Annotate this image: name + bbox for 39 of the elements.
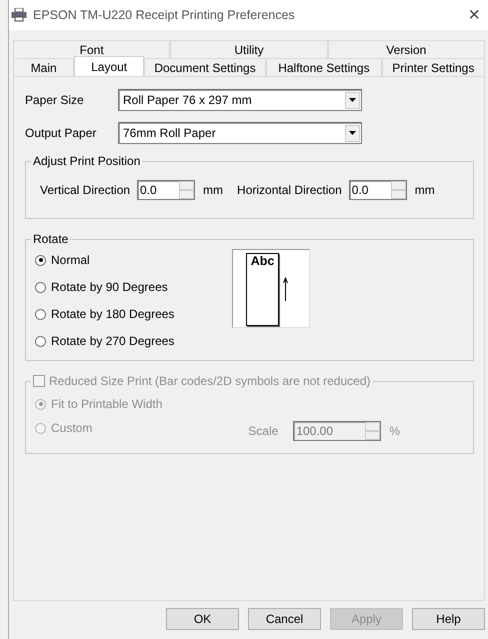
radio-button[interactable] bbox=[35, 282, 46, 292]
field-label: Output Paper bbox=[25, 126, 98, 140]
unit-label: mm bbox=[203, 183, 224, 197]
tab[interactable]: Halftone Settings bbox=[266, 58, 382, 76]
radio-option[interactable]: Normal bbox=[35, 253, 90, 267]
field-label: Horizontal Direction bbox=[237, 183, 342, 197]
group-title: Adjust Print Position bbox=[31, 153, 142, 169]
tab[interactable]: Printer Settings bbox=[382, 58, 486, 76]
paper-preview: Abc bbox=[246, 253, 279, 326]
unit-label: % bbox=[389, 424, 400, 438]
radio-option[interactable]: Rotate by 270 Degrees bbox=[35, 334, 174, 348]
tab[interactable]: Main bbox=[13, 58, 74, 76]
dialog-button[interactable]: Cancel bbox=[248, 608, 321, 630]
field-label: Scale bbox=[248, 424, 278, 438]
dialog-button[interactable]: OK bbox=[166, 608, 239, 630]
tab[interactable]: Font bbox=[13, 40, 170, 58]
close-button[interactable]: × bbox=[468, 5, 480, 25]
checkbox-label: Reduced Size Print (Bar codes/2D symbols are not reduced) bbox=[49, 373, 370, 389]
spin-field[interactable]: 0.0 bbox=[348, 180, 407, 200]
caret-icon bbox=[349, 98, 356, 102]
radio-button[interactable] bbox=[35, 308, 46, 320]
tab[interactable]: Document Settings bbox=[144, 58, 266, 76]
radio-button[interactable] bbox=[35, 254, 46, 266]
window-title: EPSON TM-U220 Receipt Printing Preferences bbox=[33, 8, 296, 22]
tab[interactable]: Version bbox=[328, 40, 485, 58]
spin-field[interactable]: 0.0 bbox=[137, 180, 196, 200]
dropdown[interactable]: Roll Paper 76 x 297 mm bbox=[118, 89, 362, 111]
tab[interactable]: Utility bbox=[170, 40, 328, 58]
radio-option[interactable]: Rotate by 180 Degrees bbox=[35, 307, 174, 321]
field-label: Paper Size bbox=[25, 93, 85, 107]
field-label: Vertical Direction bbox=[40, 183, 130, 197]
radio-button[interactable] bbox=[35, 336, 46, 346]
unit-label: mm bbox=[414, 183, 435, 197]
up-arrow-icon bbox=[283, 277, 288, 301]
caret-icon bbox=[349, 131, 356, 135]
radio-option[interactable]: Rotate by 90 Degrees bbox=[35, 280, 168, 294]
dialog-button[interactable]: Help bbox=[412, 608, 485, 630]
dropdown[interactable]: 76mm Roll Paper bbox=[118, 122, 362, 144]
tab[interactable]: Layout bbox=[74, 56, 144, 76]
